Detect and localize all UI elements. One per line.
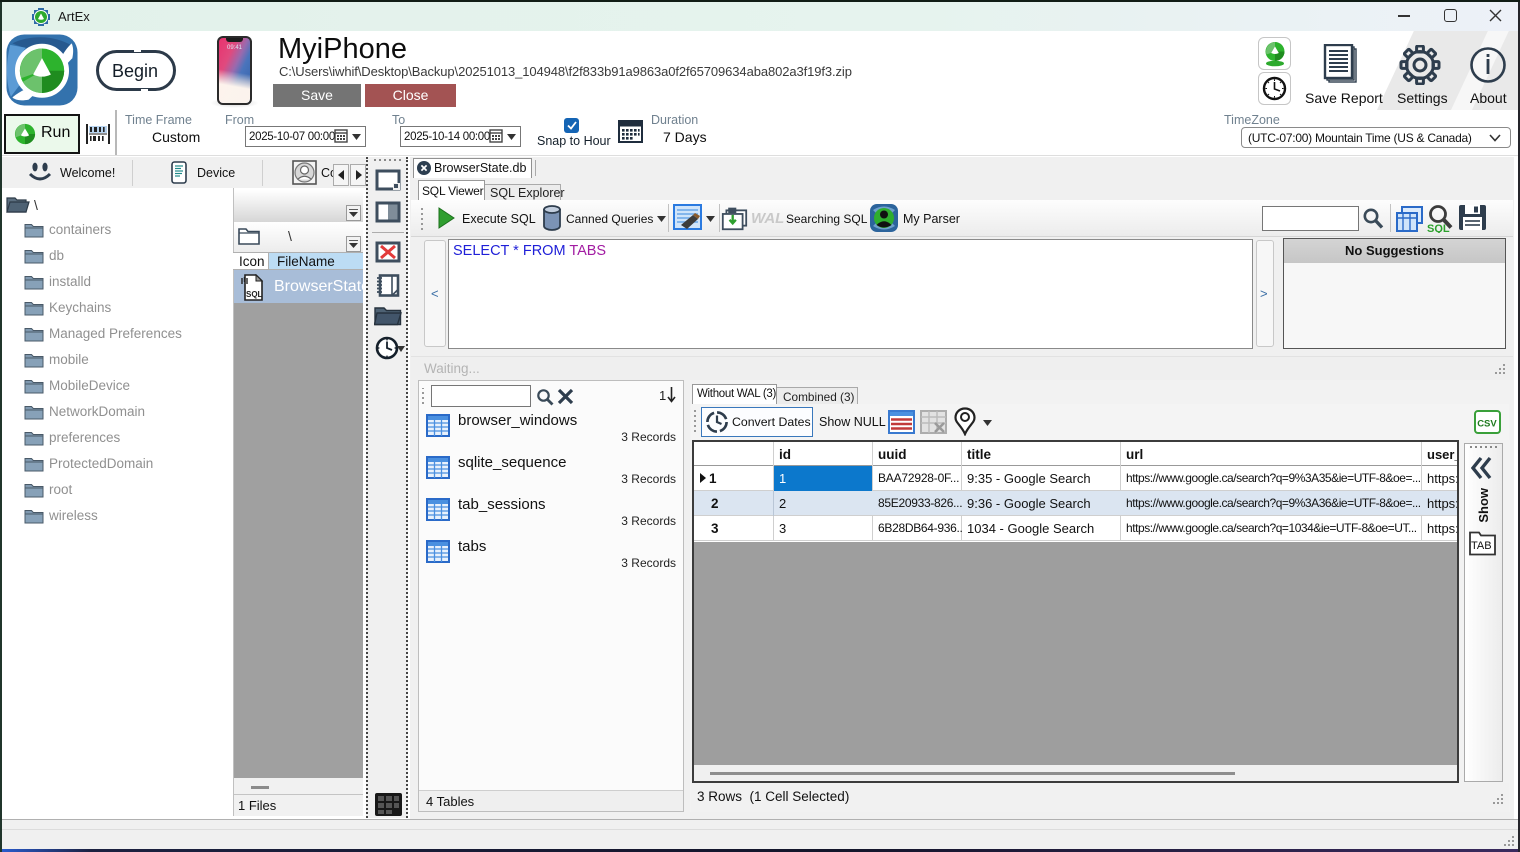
svg-text:TAB: TAB <box>1471 540 1492 552</box>
svg-text:CSV: CSV <box>1477 419 1497 430</box>
svg-text:SQL: SQL <box>246 290 263 299</box>
svg-text:SQL: SQL <box>1427 223 1450 233</box>
